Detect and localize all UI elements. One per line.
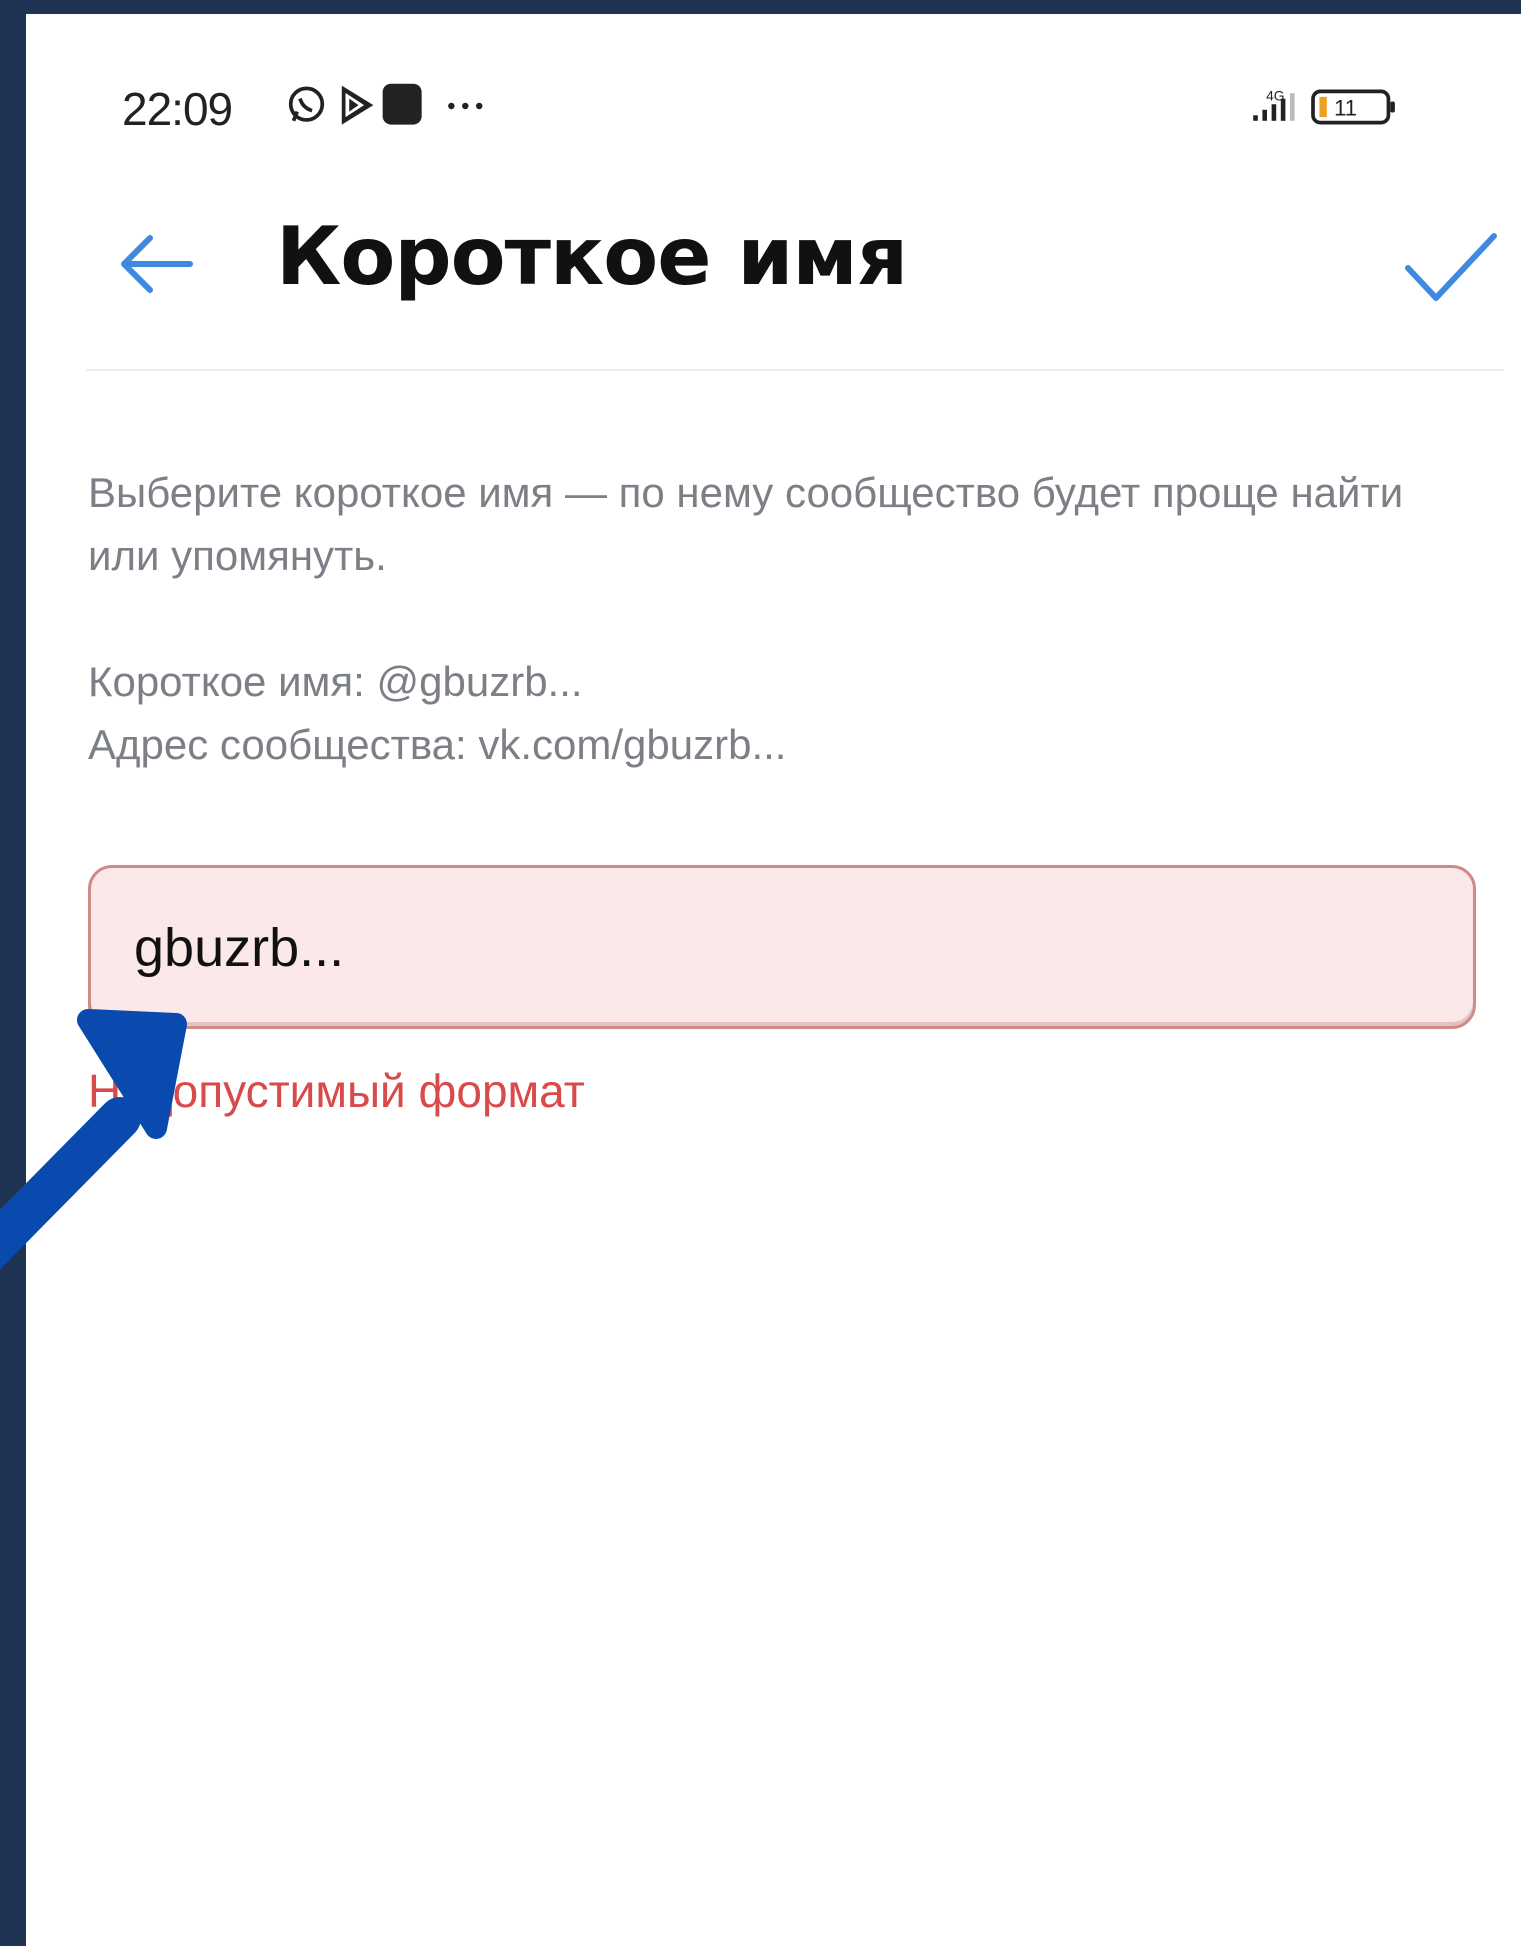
short-name-line: Короткое имя: @gbuzrb... xyxy=(88,658,583,705)
community-address-line: Адрес сообщества: vk.com/gbuzrb... xyxy=(88,721,787,768)
battery-icon: 11 xyxy=(1311,89,1395,125)
page-title: Короткое имя xyxy=(276,210,908,303)
info-block: Короткое имя: @gbuzrb... Адрес сообществ… xyxy=(88,650,1428,776)
back-arrow-icon[interactable] xyxy=(106,224,216,304)
checkmark-icon[interactable] xyxy=(1396,224,1506,314)
battery-level-label: 11 xyxy=(1334,95,1357,120)
description-text: Выберите короткое имя — по нему сообщест… xyxy=(88,469,1404,579)
play-store-icon xyxy=(341,85,374,125)
whatsapp-icon xyxy=(288,86,325,122)
status-notification-icons xyxy=(288,83,483,125)
status-time: 22:09 xyxy=(122,83,233,135)
status-signal-battery: 4G 11 xyxy=(1253,89,1395,125)
more-dots-icon xyxy=(448,102,483,110)
phone-screen: 22:09 4G 11 Короткое имя Выберите коротк… xyxy=(26,14,1521,1946)
error-message: Недопустимый формат xyxy=(88,1065,585,1117)
short-name-input-value[interactable]: gbuzrb... xyxy=(134,917,344,979)
header-divider xyxy=(86,369,1504,371)
app-square-icon xyxy=(382,83,422,125)
